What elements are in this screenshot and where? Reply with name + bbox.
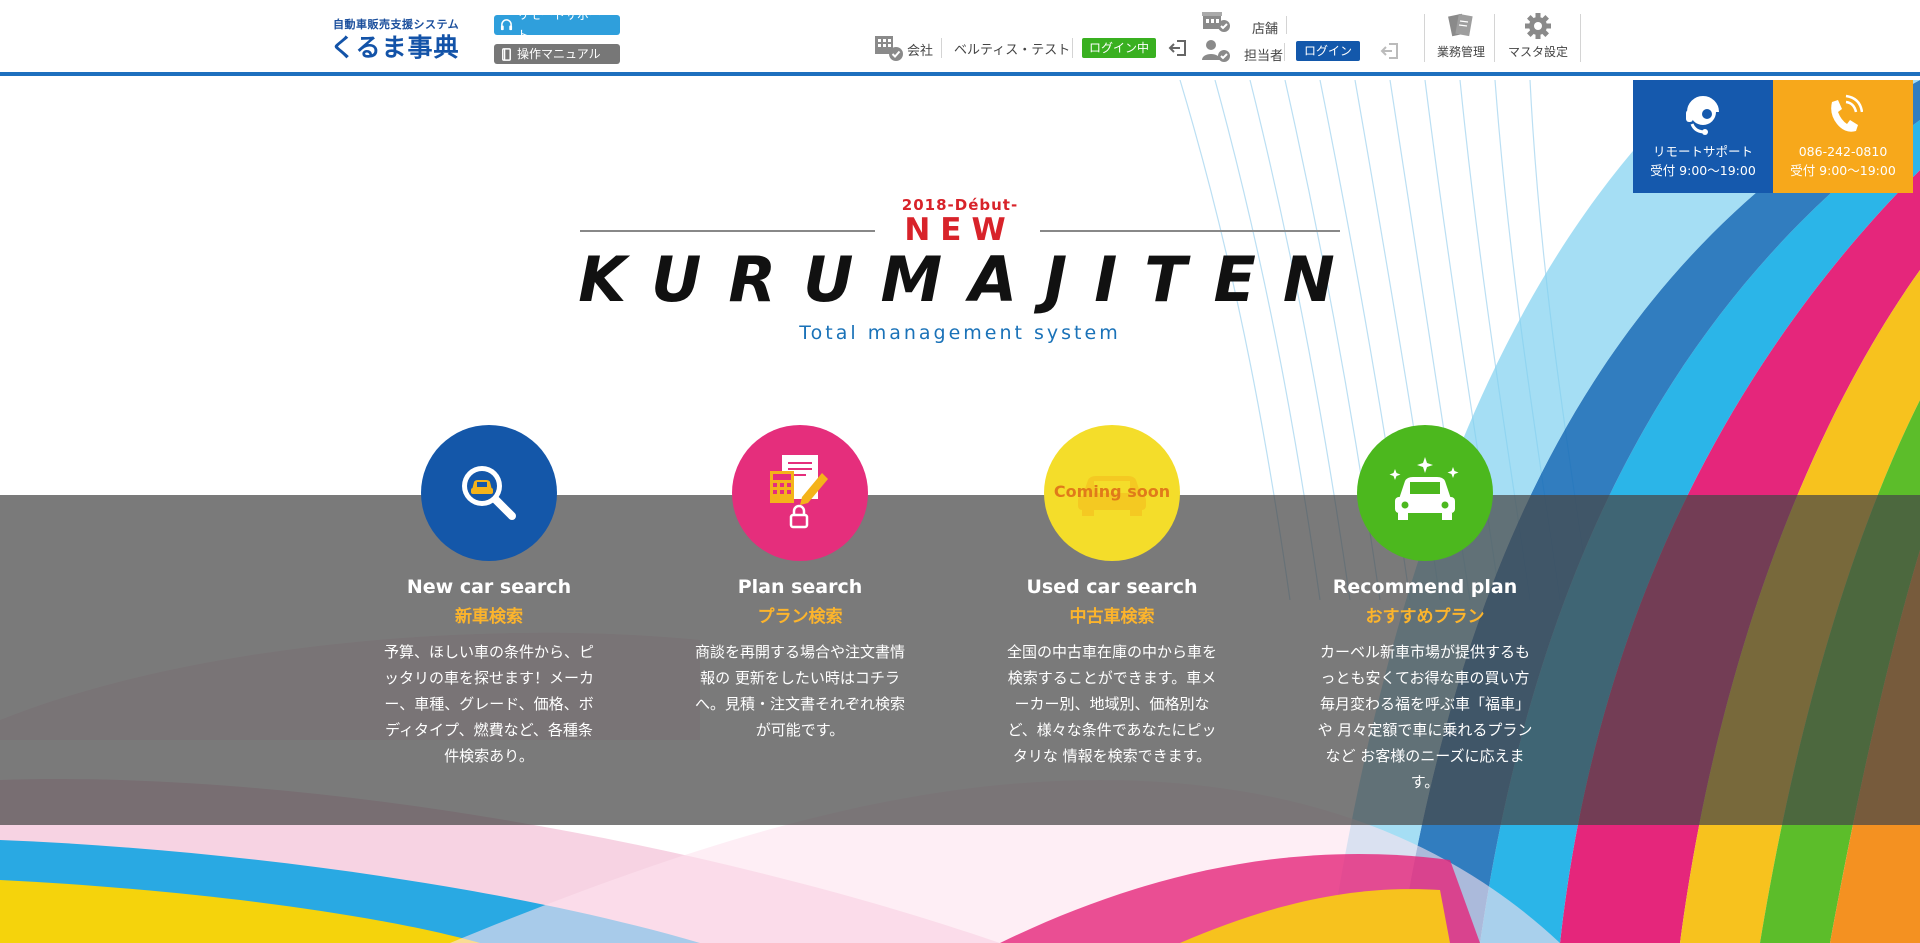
business-management-button[interactable]: 業務管理 — [1428, 12, 1494, 62]
phone-support-panel[interactable]: 086-242-0810 受付 9:00〜19:00 — [1773, 80, 1913, 193]
feature-description: 商談を再開する場合や注文書情報の 更新をしたい時はコチラへ。見積・注文書それぞれ… — [694, 643, 905, 739]
feature-title-jp: おすすめプラン — [1365, 607, 1485, 627]
feature-icon-circle[interactable] — [421, 425, 557, 561]
hero: リモートサポート 受付 9:00〜19:00 086-242-0810 受付 9… — [0, 80, 1920, 943]
page: 自動車販売支援システム くるま事典 リモートサポート 操作マニュアル 会社 ベル… — [0, 0, 1920, 943]
top-header: 自動車販売支援システム くるま事典 リモートサポート 操作マニュアル 会社 ベル… — [0, 0, 1920, 76]
remote-support-hours: 受付 9:00〜19:00 — [1650, 163, 1756, 178]
feature-title-jp: 中古車検索 — [1069, 607, 1155, 627]
feature-new-car-search[interactable]: New car search 新車検索 予算、ほしい車の条件から、ピッタリの車を… — [369, 425, 609, 769]
feature-plan-search[interactable]: Plan search プラン検索 商談を再開する場合や注文書情報の 更新をした… — [680, 425, 920, 743]
feature-band — [0, 495, 1920, 825]
company-name: ベルティス・テスト — [954, 43, 1071, 58]
divider — [1580, 14, 1581, 62]
documents-icon — [1448, 13, 1473, 37]
company-label: 会社 — [907, 44, 934, 59]
staff-label: 担当者 — [1244, 49, 1284, 64]
feature-used-car-search: Coming soon Used car search 中古車検索 全国の中古車… — [992, 425, 1232, 769]
store-check-icon — [1202, 12, 1230, 32]
feature-icon-circle[interactable] — [1357, 425, 1493, 561]
feature-description: カーベル新車市場が提供するもっとも安くてお得な車の買い方 毎月変わる福を呼ぶ車「… — [1317, 643, 1533, 791]
feature-title-jp: プラン検索 — [757, 607, 843, 627]
remote-support-button[interactable]: リモートサポート — [494, 8, 620, 42]
master-settings-label: マスタ設定 — [1507, 45, 1568, 59]
company-login-status: ログイン中 — [1082, 38, 1156, 58]
feature-description: 予算、ほしい車の条件から、ピッタリの車を探せます！メーカー、車種、グレード、価格… — [383, 643, 594, 765]
phone-icon — [1831, 94, 1863, 132]
divider — [1424, 14, 1425, 62]
feature-title-en: New car search — [406, 576, 572, 598]
store-label: 店舗 — [1252, 22, 1279, 37]
staff-check-icon — [1202, 40, 1230, 62]
feature-title-en: Used car search — [1026, 576, 1198, 598]
headset-icon — [500, 18, 513, 30]
brand-title: KURUMAJITEN — [578, 243, 1362, 316]
feature-title-en: Recommend plan — [1332, 576, 1518, 598]
headset-support-icon — [1686, 96, 1719, 135]
divider — [1494, 14, 1495, 62]
remote-support-label: リモートサポート — [517, 8, 602, 42]
feature-icon-circle[interactable] — [732, 425, 868, 561]
business-management-label: 業務管理 — [1436, 45, 1485, 59]
logout-icon[interactable] — [1380, 41, 1400, 61]
phone-support-hours: 受付 9:00〜19:00 — [1790, 163, 1896, 178]
manual-button[interactable]: 操作マニュアル — [494, 44, 620, 64]
remote-support-title: リモートサポート — [1652, 144, 1753, 159]
book-icon — [502, 47, 511, 61]
tagline: Total management system — [799, 322, 1121, 344]
manual-label: 操作マニュアル — [517, 47, 601, 61]
logo[interactable]: くるま事典 — [330, 28, 460, 64]
logout-icon[interactable] — [1168, 38, 1188, 58]
car-search-icon — [462, 466, 516, 520]
divider — [1286, 16, 1287, 34]
phone-number: 086-242-0810 — [1798, 144, 1888, 159]
coming-soon-overlay: Coming soon — [1053, 482, 1171, 501]
document-calculator-icon — [770, 455, 828, 529]
divider — [941, 38, 942, 58]
divider — [1284, 43, 1285, 61]
feature-description: 全国の中古車在庫の中から車を検索することができます。車メーカー別、地域別、価格別… — [1006, 643, 1217, 765]
feature-title-en: Plan search — [737, 576, 863, 598]
staff-login-button[interactable]: ログイン — [1296, 41, 1360, 61]
remote-support-panel[interactable]: リモートサポート 受付 9:00〜19:00 — [1633, 80, 1773, 193]
sparkle-car-icon — [1389, 457, 1459, 520]
gear-icon — [1525, 13, 1551, 39]
feature-icon-circle: Coming soon — [1044, 425, 1180, 561]
master-settings-button[interactable]: マスタ設定 — [1500, 12, 1576, 62]
divider — [1072, 38, 1073, 58]
building-check-icon — [875, 36, 903, 61]
feature-title-jp: 新車検索 — [455, 607, 523, 627]
feature-recommend-plan[interactable]: Recommend plan おすすめプラン カーベル新車市場が提供するもっとも… — [1305, 425, 1545, 795]
